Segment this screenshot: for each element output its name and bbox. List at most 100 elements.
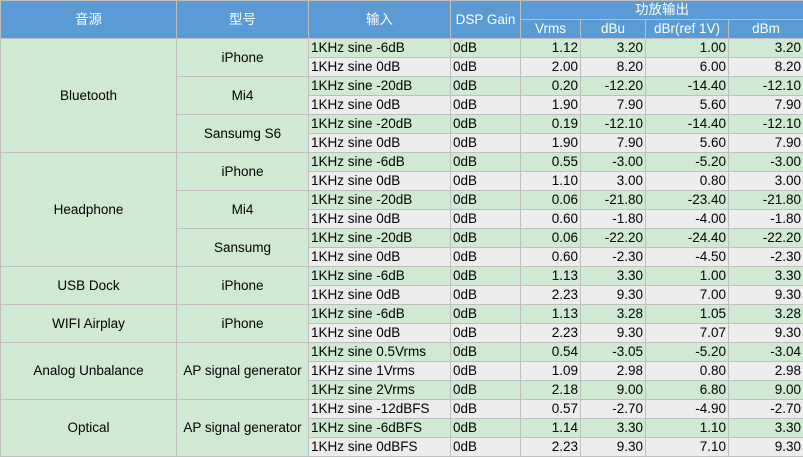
- input-cell: 1KHz sine 0.5Vrms: [308, 342, 451, 362]
- dbu-cell: 9.00: [580, 380, 646, 400]
- dsp-gain-cell: 0dB: [450, 114, 521, 134]
- vrms-cell: 0.60: [520, 247, 581, 267]
- dbu-cell: -22.20: [580, 228, 646, 248]
- dbu-cell: 3.20: [580, 38, 646, 58]
- vrms-cell: 0.06: [520, 228, 581, 248]
- dbr-cell: -23.40: [645, 190, 729, 210]
- input-cell: 1KHz sine -6dB: [308, 152, 451, 172]
- dbu-cell: 8.20: [580, 57, 646, 77]
- dbr-cell: -24.40: [645, 228, 729, 248]
- input-cell: 1KHz sine -20dB: [308, 76, 451, 96]
- vrms-cell: 0.20: [520, 76, 581, 96]
- dbm-cell: 3.00: [728, 171, 803, 191]
- dsp-gain-cell: 0dB: [450, 171, 521, 191]
- dsp-gain-cell: 0dB: [450, 190, 521, 210]
- header-input: 输入: [308, 0, 451, 39]
- dsp-gain-cell: 0dB: [450, 380, 521, 400]
- model-cell: Sansumg S6: [176, 114, 309, 153]
- dsp-gain-cell: 0dB: [450, 152, 521, 172]
- dbr-cell: -14.40: [645, 114, 729, 134]
- dsp-gain-cell: 0dB: [450, 323, 521, 343]
- dbu-cell: 9.30: [580, 437, 646, 457]
- dsp-gain-cell: 0dB: [450, 285, 521, 305]
- dsp-gain-cell: 0dB: [450, 304, 521, 324]
- header-source: 音源: [0, 0, 177, 39]
- dbr-cell: 7.10: [645, 437, 729, 457]
- input-cell: 1KHz sine -6dBFS: [308, 418, 451, 438]
- input-cell: 1KHz sine 0dB: [308, 323, 451, 343]
- dbr-cell: -4.90: [645, 399, 729, 419]
- dbr-cell: -5.20: [645, 342, 729, 362]
- vrms-cell: 2.18: [520, 380, 581, 400]
- dsp-gain-cell: 0dB: [450, 76, 521, 96]
- model-cell: iPhone: [176, 266, 309, 305]
- dbm-cell: -12.10: [728, 76, 803, 96]
- dbr-cell: -4.00: [645, 209, 729, 229]
- model-cell: Mi4: [176, 190, 309, 229]
- dsp-gain-cell: 0dB: [450, 342, 521, 362]
- source-cell: Analog Unbalance: [0, 342, 177, 400]
- dbm-cell: 3.28: [728, 304, 803, 324]
- dbm-cell: -2.70: [728, 399, 803, 419]
- table-body: Bluetooth iPhone 1KHz sine -6dB 0dB 1.12 3.20…: [0, 38, 803, 457]
- input-cell: 1KHz sine -12dBFS: [308, 399, 451, 419]
- vrms-cell: 1.13: [520, 304, 581, 324]
- input-cell: 1KHz sine 0dB: [308, 95, 451, 115]
- dbm-cell: -3.00: [728, 152, 803, 172]
- input-cell: 1KHz sine 0dBFS: [308, 437, 451, 457]
- dbr-cell: 1.05: [645, 304, 729, 324]
- input-cell: 1KHz sine -6dB: [308, 38, 451, 58]
- dbr-cell: -4.50: [645, 247, 729, 267]
- dbr-cell: 1.00: [645, 38, 729, 58]
- dbr-cell: 1.10: [645, 418, 729, 438]
- measurement-table: 音源 型号 输入 DSP Gain 功放输出 Vrms dBu dBr(ref …: [0, 0, 803, 457]
- dbm-cell: 3.30: [728, 418, 803, 438]
- model-cell: AP signal generator: [176, 342, 309, 400]
- dbr-cell: 0.80: [645, 361, 729, 381]
- dsp-gain-cell: 0dB: [450, 228, 521, 248]
- input-cell: 1KHz sine -20dB: [308, 190, 451, 210]
- vrms-cell: 0.55: [520, 152, 581, 172]
- vrms-cell: 1.90: [520, 133, 581, 153]
- input-cell: 1KHz sine 0dB: [308, 57, 451, 77]
- dsp-gain-cell: 0dB: [450, 399, 521, 419]
- header-dbr: dBr(ref 1V): [645, 19, 729, 39]
- dbu-cell: 3.30: [580, 266, 646, 286]
- table-row: USB Dock iPhone 1KHz sine -6dB 0dB 1.13 3.30 1…: [0, 266, 803, 305]
- dbm-cell: -12.10: [728, 114, 803, 134]
- dbr-cell: 1.00: [645, 266, 729, 286]
- vrms-cell: 2.00: [520, 57, 581, 77]
- dbu-cell: 3.00: [580, 171, 646, 191]
- vrms-cell: 0.19: [520, 114, 581, 134]
- model-cell: Mi4: [176, 76, 309, 115]
- dbu-cell: 2.98: [580, 361, 646, 381]
- dbu-cell: -1.80: [580, 209, 646, 229]
- dbr-cell: 7.07: [645, 323, 729, 343]
- dbm-cell: -21.80: [728, 190, 803, 210]
- dbr-cell: 5.60: [645, 133, 729, 153]
- source-cell: Headphone: [0, 152, 177, 267]
- source-cell: USB Dock: [0, 266, 177, 305]
- header-vrms: Vrms: [520, 19, 581, 39]
- input-cell: 1KHz sine -20dB: [308, 228, 451, 248]
- dbm-cell: -2.30: [728, 247, 803, 267]
- vrms-cell: 0.57: [520, 399, 581, 419]
- dbr-cell: 6.00: [645, 57, 729, 77]
- model-cell: iPhone: [176, 304, 309, 343]
- dbm-cell: 9.30: [728, 285, 803, 305]
- input-cell: 1KHz sine -6dB: [308, 304, 451, 324]
- dbu-cell: -12.10: [580, 114, 646, 134]
- dbu-cell: 3.30: [580, 418, 646, 438]
- vrms-cell: 1.90: [520, 95, 581, 115]
- model-cell: Sansumg: [176, 228, 309, 267]
- dbm-cell: 9.30: [728, 437, 803, 457]
- dsp-gain-cell: 0dB: [450, 95, 521, 115]
- header-dbm: dBm: [728, 19, 803, 39]
- dbu-cell: -12.20: [580, 76, 646, 96]
- dsp-gain-cell: 0dB: [450, 209, 521, 229]
- dbm-cell: -3.04: [728, 342, 803, 362]
- table-row: Optical AP signal generator 1KHz sine -12d…: [0, 399, 803, 457]
- input-cell: 1KHz sine 0dB: [308, 285, 451, 305]
- input-cell: 1KHz sine 0dB: [308, 209, 451, 229]
- table-row: Headphone iPhone 1KHz sine -6dB 0dB 0.55 -3.0…: [0, 152, 803, 267]
